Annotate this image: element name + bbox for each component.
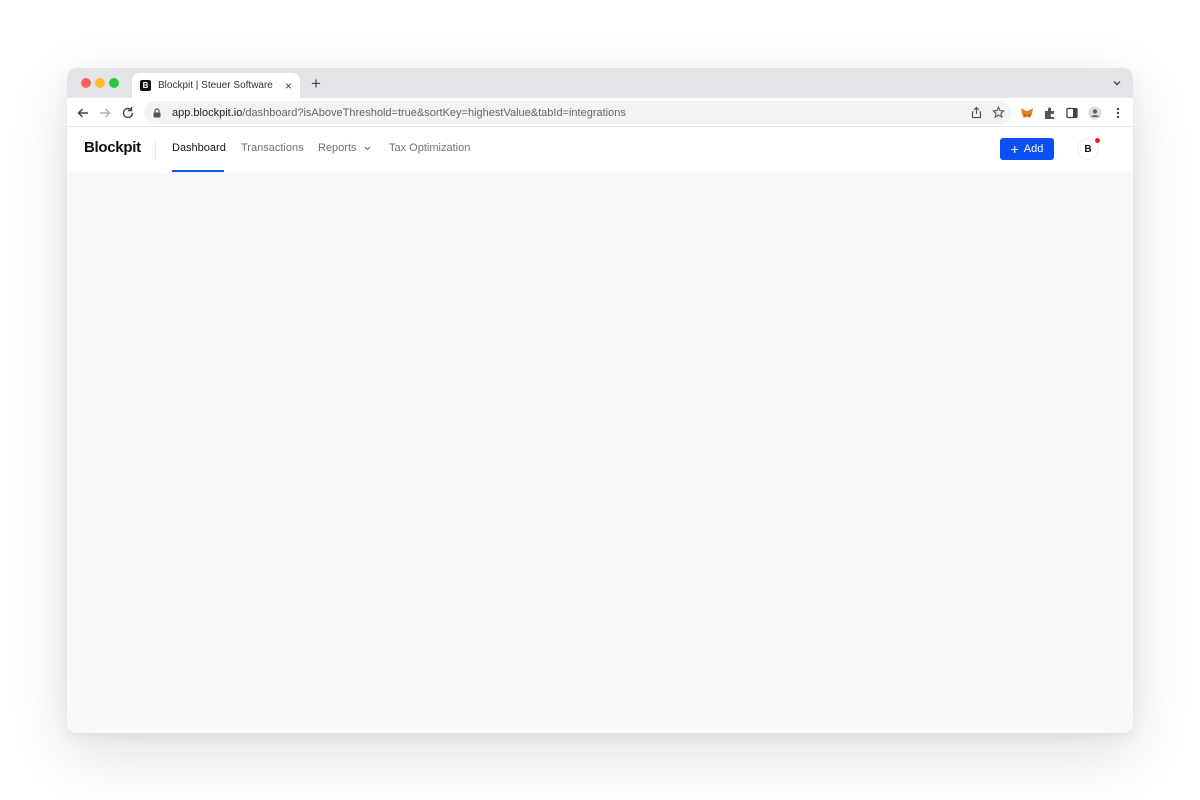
plus-icon: +	[1010, 141, 1019, 157]
window-close-button[interactable]	[81, 78, 91, 88]
window-zoom-button[interactable]	[109, 78, 119, 88]
blockpit-favicon-icon: B	[140, 80, 151, 91]
profile-icon[interactable]	[1088, 106, 1102, 120]
add-button[interactable]: + Add	[1000, 138, 1054, 160]
browser-window: B Blockpit | Steuer Software für × + app…	[67, 68, 1133, 733]
avatar-initial: B	[1084, 143, 1092, 155]
tab-title: Blockpit | Steuer Software für	[158, 80, 276, 91]
forward-icon[interactable]	[98, 106, 112, 120]
url-path: /dashboard?isAboveThreshold=true&sortKey…	[242, 106, 626, 119]
nav-tax-optimization[interactable]: Tax Optimization	[389, 142, 470, 154]
blockpit-logo[interactable]: Blockpit	[84, 139, 141, 156]
window-minimize-button[interactable]	[95, 78, 105, 88]
nav-transactions[interactable]: Transactions	[241, 142, 304, 154]
back-icon[interactable]	[76, 106, 90, 120]
dashboard-content-area	[67, 172, 1133, 733]
browser-tab-active[interactable]: B Blockpit | Steuer Software für ×	[132, 73, 300, 98]
lock-icon[interactable]	[152, 107, 162, 118]
sidepanel-icon[interactable]	[1065, 106, 1079, 120]
app-header: Blockpit Dashboard Transactions Reports …	[67, 127, 1133, 172]
nav-reports[interactable]: Reports	[318, 142, 372, 154]
header-divider	[155, 140, 156, 160]
address-bar[interactable]: app.blockpit.io/dashboard?isAboveThresho…	[144, 101, 1012, 124]
new-tab-button[interactable]: +	[311, 75, 321, 92]
tab-search-icon[interactable]	[1111, 77, 1123, 89]
url-host: app.blockpit.io	[172, 106, 243, 119]
notification-dot	[1094, 137, 1101, 144]
browser-toolbar: app.blockpit.io/dashboard?isAboveThresho…	[67, 98, 1133, 127]
share-icon[interactable]	[970, 106, 983, 119]
menu-icon[interactable]	[1111, 106, 1125, 120]
chevron-down-icon	[364, 146, 370, 150]
url-text: app.blockpit.io/dashboard?isAboveThresho…	[172, 107, 626, 119]
add-button-label: Add	[1023, 143, 1044, 155]
tab-close-icon[interactable]: ×	[285, 80, 292, 92]
extensions-icon[interactable]	[1043, 106, 1057, 120]
nav-dashboard[interactable]: Dashboard	[172, 142, 226, 154]
user-avatar[interactable]: B	[1077, 137, 1101, 160]
tab-strip: B Blockpit | Steuer Software für × +	[67, 68, 1133, 98]
metamask-icon[interactable]	[1020, 106, 1034, 120]
reload-icon[interactable]	[121, 106, 135, 120]
nav-reports-label: Reports	[318, 142, 357, 154]
star-icon[interactable]	[992, 106, 1005, 119]
